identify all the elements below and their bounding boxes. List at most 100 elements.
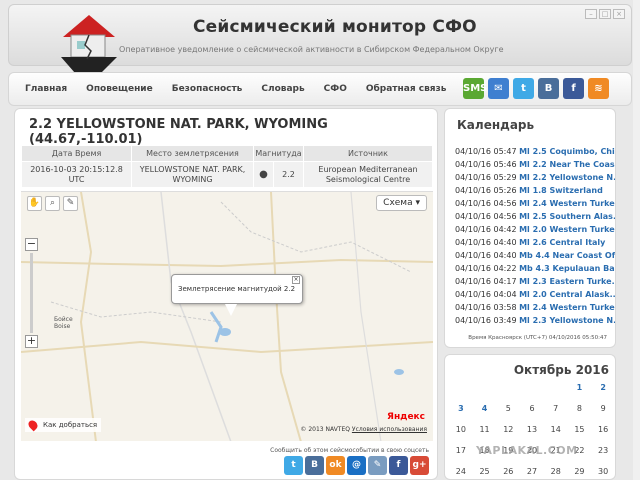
nav-item-safety[interactable]: Безопасность [172, 84, 243, 94]
twitter-share-icon[interactable]: t [284, 456, 303, 475]
facebook-share-icon[interactable]: f [389, 456, 408, 475]
nav-menu: Главная Оповещение Безопасность Словарь … [25, 84, 465, 94]
calendar-day: 10 [455, 425, 466, 434]
window-controls: – □ × [585, 9, 625, 19]
map-type-dropdown[interactable]: Схема ▾ [376, 195, 427, 211]
googleplus-share-icon[interactable]: g+ [410, 456, 429, 475]
event-time: 04/10/16 05:29 [455, 173, 517, 182]
share-buttons: t Bok @ ✎ f g+ [284, 456, 429, 475]
event-time: 04/10/16 04:22 [455, 264, 517, 273]
map-toolbar: ✋ ⌕ ✎ [27, 196, 78, 211]
ruler-icon[interactable]: ✎ [63, 196, 78, 211]
calendar-day: 6 [529, 404, 535, 413]
event-time: 04/10/16 04:40 [455, 238, 517, 247]
livejournal-share-icon[interactable]: ✎ [368, 456, 387, 475]
site-header: Сейсмический монитор СФО Оперативное уве… [8, 4, 632, 73]
vk-icon[interactable]: B [538, 78, 559, 99]
map-roads [21, 192, 433, 441]
location-pin-icon [26, 418, 40, 432]
nav-item-home[interactable]: Главная [25, 84, 67, 94]
event-datetime: 2016-10-03 20:15:12.8 UTC [21, 161, 132, 188]
event-place: YELLOWSTONE NAT. PARK, WYOMING [131, 161, 254, 188]
event-source-line1: European Mediterranean [318, 164, 418, 174]
site-subtitle: Оперативное уведомление о сейсмической а… [119, 45, 504, 54]
zoom-slider[interactable] [30, 253, 33, 333]
mail-icon[interactable]: ✉ [488, 78, 509, 99]
zoom-out-button[interactable]: − [25, 238, 38, 251]
event-link[interactable]: Ml 2.4 Western Turke... [519, 199, 615, 208]
nav-item-sfo[interactable]: СФО [324, 84, 347, 94]
event-time: 04/10/16 03:58 [455, 303, 517, 312]
rss-icon[interactable]: ≋ [588, 78, 609, 99]
list-item: 04/10/16 04:40 Ml 2.6 Central Italy [455, 236, 615, 249]
terms-link[interactable]: Условия использования [352, 426, 427, 433]
zoom-in-button[interactable]: + [25, 335, 38, 348]
calendar-day[interactable]: 3 [449, 400, 473, 418]
event-link[interactable]: Ml 2.0 Western Turke... [519, 225, 615, 234]
magnifier-icon[interactable]: ⌕ [45, 196, 60, 211]
popup-close-icon[interactable]: × [292, 276, 300, 284]
city-label: Бойсе Boise [54, 316, 73, 330]
event-link[interactable]: Ml 2.3 Eastern Turke... [519, 277, 615, 286]
event-time: 04/10/16 05:47 [455, 147, 517, 156]
calendar-day: 13 [526, 425, 538, 434]
map-view[interactable]: ✋ ⌕ ✎ Схема ▾ − + Землетрясение магнитуд… [21, 191, 433, 441]
list-item: 04/10/16 04:56 Ml 2.5 Southern Alas... [455, 210, 615, 223]
magnitude-dot-icon: ● [253, 161, 274, 188]
event-time: 04/10/16 04:42 [455, 225, 517, 234]
event-link[interactable]: Ml 2.2 Yellowstone N... [519, 173, 615, 182]
hand-pan-icon[interactable]: ✋ [27, 196, 42, 211]
yandex-logo[interactable]: Яндекс [387, 412, 425, 422]
nav-item-feedback[interactable]: Обратная связь [366, 84, 447, 94]
event-link[interactable]: Mb 4.4 Near Coast Of... [519, 251, 615, 260]
vertical-scrollbar[interactable] [633, 0, 640, 480]
facebook-icon[interactable]: f [563, 78, 584, 99]
calendar-day: 11 [479, 425, 490, 434]
twitter-icon[interactable]: t [513, 78, 534, 99]
calendar-day: 29 [574, 467, 585, 476]
event-link[interactable]: Ml 2.5 Southern Alas... [519, 212, 615, 221]
close-icon[interactable]: × [613, 9, 625, 19]
list-item: 04/10/16 04:04 Ml 2.0 Central Alask... [455, 288, 615, 301]
maximize-icon[interactable]: □ [599, 9, 611, 19]
social-links: SMS ✉ t Bf ≋ [463, 78, 609, 99]
calendar-day: 7 [553, 404, 559, 413]
event-link[interactable]: Ml 2.2 Near The Coas... [519, 160, 615, 169]
calendar-day: 27 [526, 467, 538, 476]
map-popup: Землетрясение магнитудой 2.2 × [171, 274, 303, 304]
event-link[interactable]: Ml 2.3 Yellowstone N... [519, 316, 615, 325]
calendar-day: 26 [503, 467, 514, 476]
list-item: 04/10/16 04:22 Mb 4.3 Kepulauan Bar... [455, 262, 615, 275]
city-name-en: Boise [54, 323, 71, 330]
event-link[interactable]: Ml 1.8 Switzerland [519, 186, 603, 195]
event-link[interactable]: Ml 2.0 Central Alask... [519, 290, 615, 299]
calendar-day: 30 [598, 467, 609, 476]
minimize-icon[interactable]: – [585, 9, 597, 19]
route-link[interactable]: Как добраться [25, 418, 102, 432]
event-table: Дата Время Место землетрясения Магнитуда… [21, 145, 433, 188]
sms-icon[interactable]: SMS [463, 78, 487, 99]
nav-item-alerts[interactable]: Оповещение [86, 84, 153, 94]
popup-pointer [225, 304, 237, 316]
calendar-day[interactable]: 4 [473, 400, 497, 418]
odnoklassniki-share-icon[interactable]: ok [326, 456, 345, 475]
event-time: 04/10/16 04:56 [455, 212, 517, 221]
column-header-datetime: Дата Время [21, 145, 132, 162]
event-link[interactable]: Ml 2.4 Western Turke... [519, 303, 615, 312]
calendar-day[interactable]: 1 [568, 379, 592, 397]
event-link[interactable]: Ml 2.5 Coquimbo, Chi... [519, 147, 615, 156]
event-place-line2: WYOMING [172, 174, 213, 184]
moimir-share-icon[interactable]: @ [347, 456, 366, 475]
month-calendar: Октябрь 2016 1 2 3 4 5 6 7 8 9 10 11 12 13 14 15 16 17 18… [444, 354, 616, 480]
nav-item-glossary[interactable]: Словарь [261, 84, 304, 94]
calendar-grid: 1 2 3 4 5 6 7 8 9 10 11 12 13 14 15 16 17 18 19 20 21 22 23 24 2… [449, 379, 615, 480]
calendar-day: 25 [479, 467, 490, 476]
vk-share-icon[interactable]: B [305, 456, 324, 475]
column-header-magnitude: Магнитуда [253, 145, 304, 162]
event-link[interactable]: Ml 2.6 Central Italy [519, 238, 605, 247]
event-link[interactable]: Mb 4.3 Kepulauan Bar... [519, 264, 615, 273]
calendar-day[interactable]: 2 [591, 379, 615, 397]
cracked-house-logo[interactable] [57, 7, 121, 73]
calendar-day: 16 [598, 425, 609, 434]
list-item: 04/10/16 05:47 Ml 2.5 Coquimbo, Chi... [455, 145, 615, 158]
